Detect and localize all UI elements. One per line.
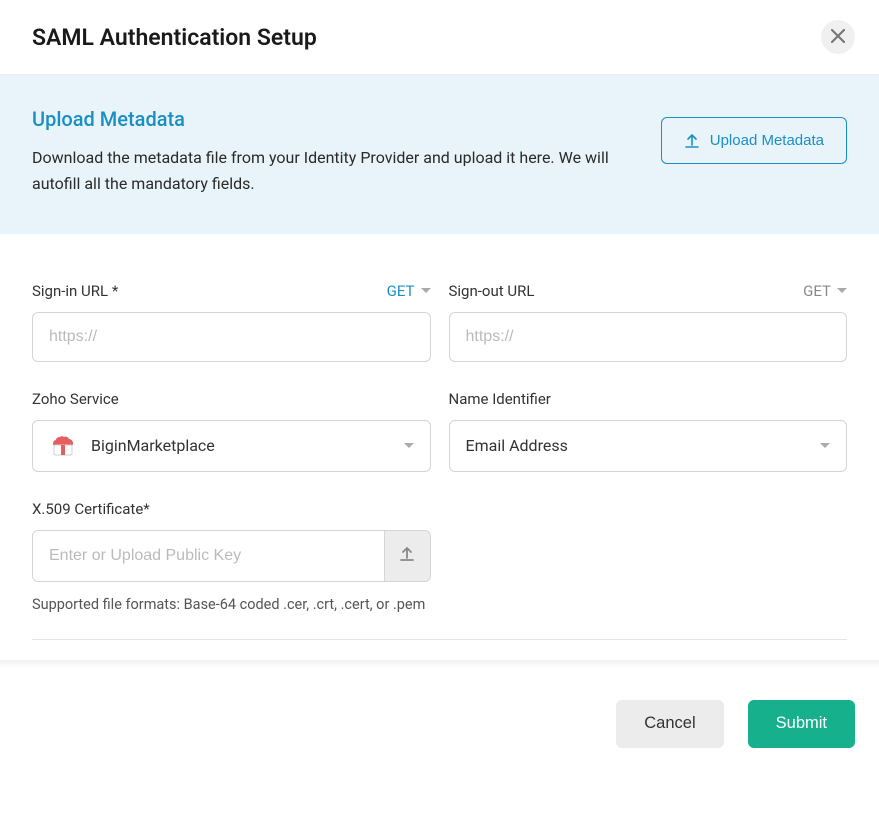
select-content: BiginMarketplace bbox=[49, 432, 215, 460]
zoho-service-field: Zoho Service BiginMarketplace bbox=[32, 390, 431, 472]
certificate-field: X.509 Certificate* Supported file format… bbox=[32, 500, 431, 615]
field-header: Zoho Service bbox=[32, 390, 431, 408]
upload-icon bbox=[684, 133, 700, 149]
close-button[interactable] bbox=[821, 20, 855, 54]
signin-url-label: Sign-in URL * bbox=[32, 282, 118, 300]
divider bbox=[32, 639, 847, 640]
upload-metadata-button[interactable]: Upload Metadata bbox=[661, 117, 847, 164]
bigin-service-icon bbox=[49, 432, 77, 460]
certificate-input[interactable] bbox=[33, 531, 384, 581]
signin-method-select[interactable]: GET bbox=[387, 282, 431, 300]
field-header: Sign-in URL * GET bbox=[32, 282, 431, 300]
dialog-footer: Cancel Submit bbox=[0, 660, 879, 772]
upload-button-label: Upload Metadata bbox=[710, 132, 824, 149]
select-content: Email Address bbox=[466, 436, 568, 455]
signin-url-input[interactable] bbox=[32, 312, 431, 362]
upload-icon bbox=[399, 546, 415, 565]
field-header: X.509 Certificate* bbox=[32, 500, 431, 518]
certificate-upload-button[interactable] bbox=[384, 531, 430, 581]
signout-url-field: Sign-out URL GET bbox=[449, 282, 848, 362]
signout-url-input[interactable] bbox=[449, 312, 848, 362]
upload-banner-text: Upload Metadata Download the metadata fi… bbox=[32, 107, 637, 198]
upload-metadata-banner: Upload Metadata Download the metadata fi… bbox=[0, 75, 879, 234]
chevron-down-icon bbox=[421, 288, 431, 293]
certificate-label: X.509 Certificate* bbox=[32, 500, 150, 518]
name-identifier-field: Name Identifier Email Address bbox=[449, 390, 848, 472]
certificate-input-group bbox=[32, 530, 431, 582]
certificate-hint: Supported file formats: Base-64 coded .c… bbox=[32, 594, 431, 615]
signout-method-value: GET bbox=[803, 282, 831, 300]
chevron-down-icon bbox=[837, 288, 847, 293]
upload-section-title: Upload Metadata bbox=[32, 107, 637, 131]
field-header: Sign-out URL GET bbox=[449, 282, 848, 300]
zoho-service-label: Zoho Service bbox=[32, 390, 119, 408]
dialog-header: SAML Authentication Setup bbox=[0, 0, 879, 75]
cancel-button[interactable]: Cancel bbox=[616, 700, 723, 748]
signin-method-value: GET bbox=[387, 282, 415, 300]
zoho-service-value: BiginMarketplace bbox=[91, 436, 215, 455]
signout-method-select[interactable]: GET bbox=[803, 282, 847, 300]
name-identifier-value: Email Address bbox=[466, 436, 568, 455]
upload-section-description: Download the metadata file from your Ide… bbox=[32, 145, 637, 198]
submit-button[interactable]: Submit bbox=[748, 700, 855, 748]
close-icon bbox=[831, 26, 845, 49]
signin-url-field: Sign-in URL * GET bbox=[32, 282, 431, 362]
chevron-down-icon bbox=[820, 443, 830, 448]
field-header: Name Identifier bbox=[449, 390, 848, 408]
page-title: SAML Authentication Setup bbox=[32, 24, 317, 51]
name-identifier-select[interactable]: Email Address bbox=[449, 420, 848, 472]
saml-form: Sign-in URL * GET Sign-out URL GET Zoho … bbox=[0, 234, 879, 639]
chevron-down-icon bbox=[404, 443, 414, 448]
zoho-service-select[interactable]: BiginMarketplace bbox=[32, 420, 431, 472]
name-identifier-label: Name Identifier bbox=[449, 390, 551, 408]
signout-url-label: Sign-out URL bbox=[449, 282, 535, 300]
